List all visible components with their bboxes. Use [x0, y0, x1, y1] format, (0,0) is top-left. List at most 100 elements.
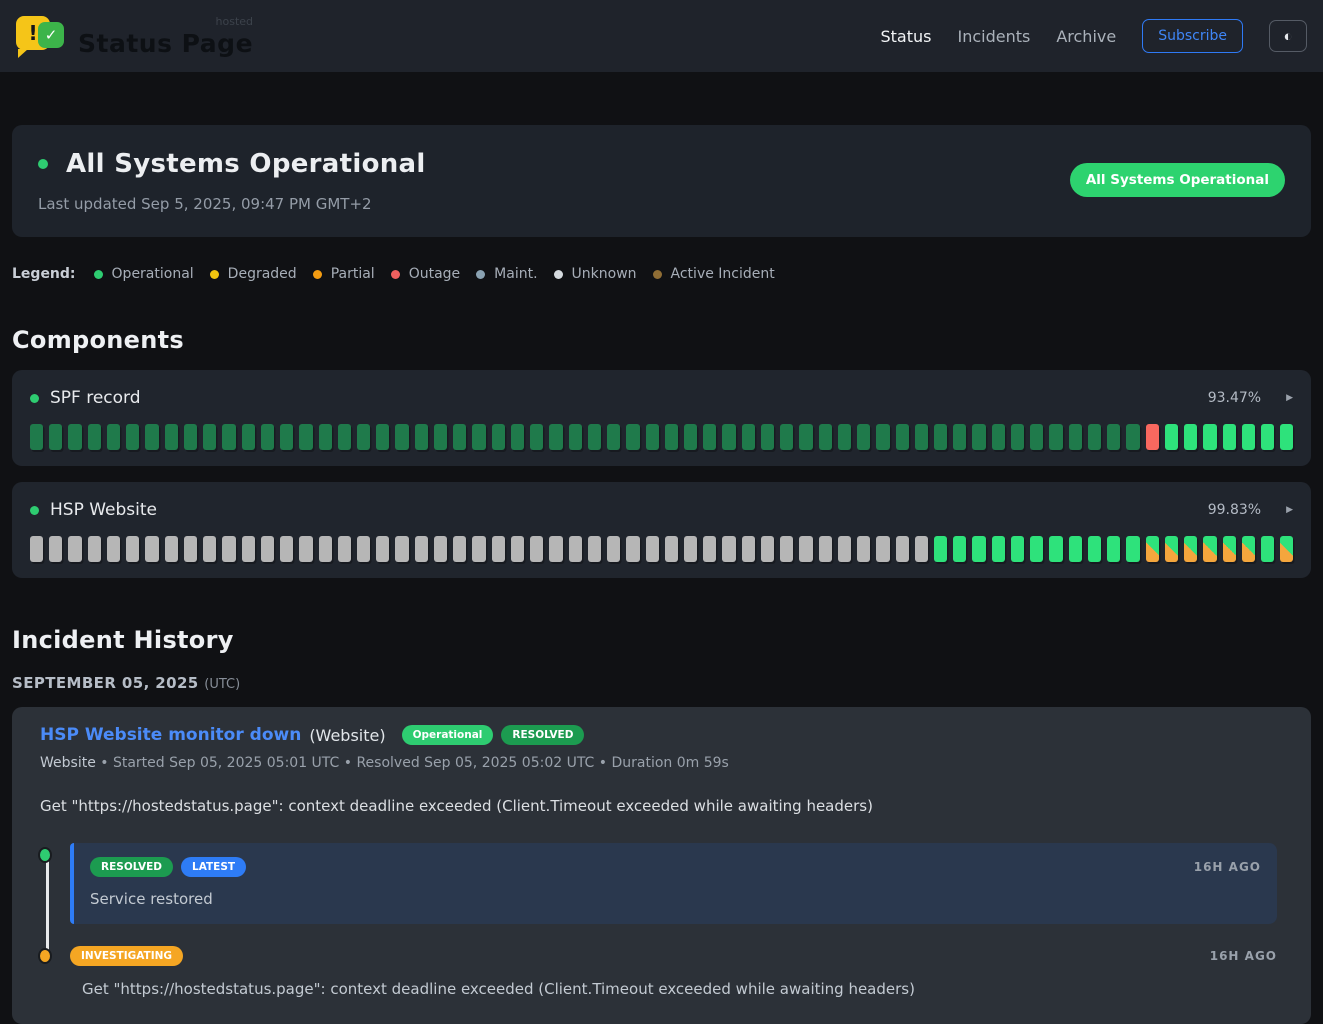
uptime-bar-gray[interactable]	[165, 536, 178, 562]
theme-toggle-button[interactable]: ◐	[1269, 20, 1307, 52]
uptime-bar-dim[interactable]	[49, 424, 62, 450]
uptime-bar-dim[interactable]	[261, 424, 274, 450]
uptime-bar-gray[interactable]	[376, 536, 389, 562]
uptime-bar-dim[interactable]	[1030, 424, 1043, 450]
component-expand-arrow-icon[interactable]: ▶	[1286, 393, 1293, 403]
uptime-bar-gray[interactable]	[511, 536, 524, 562]
uptime-bar-dim[interactable]	[511, 424, 524, 450]
uptime-bar-dim[interactable]	[30, 424, 43, 450]
uptime-bar-dim[interactable]	[453, 424, 466, 450]
uptime-bar-partial[interactable]	[1203, 536, 1216, 562]
uptime-bar-up[interactable]	[1165, 424, 1178, 450]
uptime-bar-gray[interactable]	[357, 536, 370, 562]
uptime-bar-gray[interactable]	[107, 536, 120, 562]
uptime-bar-dim[interactable]	[819, 424, 832, 450]
uptime-bar-gray[interactable]	[684, 536, 697, 562]
uptime-bar-gray[interactable]	[415, 536, 428, 562]
uptime-bar-dim[interactable]	[530, 424, 543, 450]
uptime-bar-dim[interactable]	[1107, 424, 1120, 450]
uptime-bar-gray[interactable]	[338, 536, 351, 562]
uptime-bar-dim[interactable]	[915, 424, 928, 450]
uptime-bar-up[interactable]	[1088, 536, 1101, 562]
uptime-bar-dim[interactable]	[569, 424, 582, 450]
uptime-bar-up[interactable]	[1049, 536, 1062, 562]
uptime-bar-gray[interactable]	[646, 536, 659, 562]
uptime-bar-gray[interactable]	[472, 536, 485, 562]
uptime-bar-gray[interactable]	[319, 536, 332, 562]
uptime-bar-down[interactable]	[1146, 424, 1159, 450]
uptime-bar-gray[interactable]	[88, 536, 101, 562]
uptime-bar-dim[interactable]	[742, 424, 755, 450]
uptime-bar-dim[interactable]	[646, 424, 659, 450]
uptime-bar-gray[interactable]	[742, 536, 755, 562]
uptime-bar-gray[interactable]	[549, 536, 562, 562]
uptime-bar-dim[interactable]	[665, 424, 678, 450]
uptime-bar-up[interactable]	[1011, 536, 1024, 562]
uptime-bar-gray[interactable]	[838, 536, 851, 562]
uptime-bar-gray[interactable]	[184, 536, 197, 562]
uptime-bar-gray[interactable]	[530, 536, 543, 562]
uptime-bar-gray[interactable]	[203, 536, 216, 562]
uptime-bar-dim[interactable]	[357, 424, 370, 450]
uptime-bar-gray[interactable]	[588, 536, 601, 562]
uptime-bar-dim[interactable]	[472, 424, 485, 450]
uptime-bar-up[interactable]	[1223, 424, 1236, 450]
uptime-bar-dim[interactable]	[203, 424, 216, 450]
uptime-bar-dim[interactable]	[88, 424, 101, 450]
uptime-bar-gray[interactable]	[761, 536, 774, 562]
uptime-bar-gray[interactable]	[395, 536, 408, 562]
uptime-bar-dim[interactable]	[165, 424, 178, 450]
uptime-bar-dim[interactable]	[107, 424, 120, 450]
uptime-bar-gray[interactable]	[626, 536, 639, 562]
uptime-bar-gray[interactable]	[261, 536, 274, 562]
uptime-bar-dim[interactable]	[395, 424, 408, 450]
uptime-bar-partial[interactable]	[1280, 536, 1293, 562]
uptime-bar-up[interactable]	[1261, 424, 1274, 450]
component-expand-arrow-icon[interactable]: ▶	[1286, 505, 1293, 515]
uptime-bar-dim[interactable]	[1011, 424, 1024, 450]
uptime-bar-partial[interactable]	[1146, 536, 1159, 562]
uptime-bar-gray[interactable]	[799, 536, 812, 562]
component-header[interactable]: HSP Website99.83%▶	[30, 496, 1293, 524]
uptime-bar-dim[interactable]	[684, 424, 697, 450]
uptime-bar-gray[interactable]	[242, 536, 255, 562]
uptime-bar-gray[interactable]	[145, 536, 158, 562]
uptime-bar-dim[interactable]	[588, 424, 601, 450]
uptime-bar-dim[interactable]	[299, 424, 312, 450]
nav-item-incidents[interactable]: Incidents	[957, 27, 1030, 46]
uptime-bar-dim[interactable]	[222, 424, 235, 450]
uptime-bar-up[interactable]	[1126, 536, 1139, 562]
uptime-bar-dim[interactable]	[126, 424, 139, 450]
uptime-bar-dim[interactable]	[1069, 424, 1082, 450]
uptime-bar-partial[interactable]	[1184, 536, 1197, 562]
uptime-bar-dim[interactable]	[972, 424, 985, 450]
uptime-bar-dim[interactable]	[703, 424, 716, 450]
uptime-bar-up[interactable]	[953, 536, 966, 562]
uptime-bar-dim[interactable]	[549, 424, 562, 450]
uptime-bar-gray[interactable]	[722, 536, 735, 562]
uptime-bar-gray[interactable]	[492, 536, 505, 562]
uptime-bar-gray[interactable]	[49, 536, 62, 562]
uptime-bar-dim[interactable]	[338, 424, 351, 450]
uptime-bar-gray[interactable]	[876, 536, 889, 562]
uptime-bar-up[interactable]	[972, 536, 985, 562]
uptime-bar-dim[interactable]	[319, 424, 332, 450]
uptime-bar-dim[interactable]	[838, 424, 851, 450]
uptime-bar-up[interactable]	[1261, 536, 1274, 562]
uptime-bar-dim[interactable]	[780, 424, 793, 450]
component-header[interactable]: SPF record93.47%▶	[30, 384, 1293, 412]
uptime-bar-dim[interactable]	[626, 424, 639, 450]
nav-item-status[interactable]: Status	[880, 27, 931, 46]
uptime-bar-partial[interactable]	[1223, 536, 1236, 562]
uptime-bar-gray[interactable]	[857, 536, 870, 562]
uptime-bar-gray[interactable]	[780, 536, 793, 562]
uptime-bar-dim[interactable]	[242, 424, 255, 450]
uptime-bar-dim[interactable]	[896, 424, 909, 450]
uptime-bar-gray[interactable]	[222, 536, 235, 562]
uptime-bar-gray[interactable]	[915, 536, 928, 562]
uptime-bar-up[interactable]	[1280, 424, 1293, 450]
uptime-bar-dim[interactable]	[992, 424, 1005, 450]
uptime-bar-dim[interactable]	[280, 424, 293, 450]
uptime-bar-gray[interactable]	[896, 536, 909, 562]
uptime-bar-dim[interactable]	[434, 424, 447, 450]
